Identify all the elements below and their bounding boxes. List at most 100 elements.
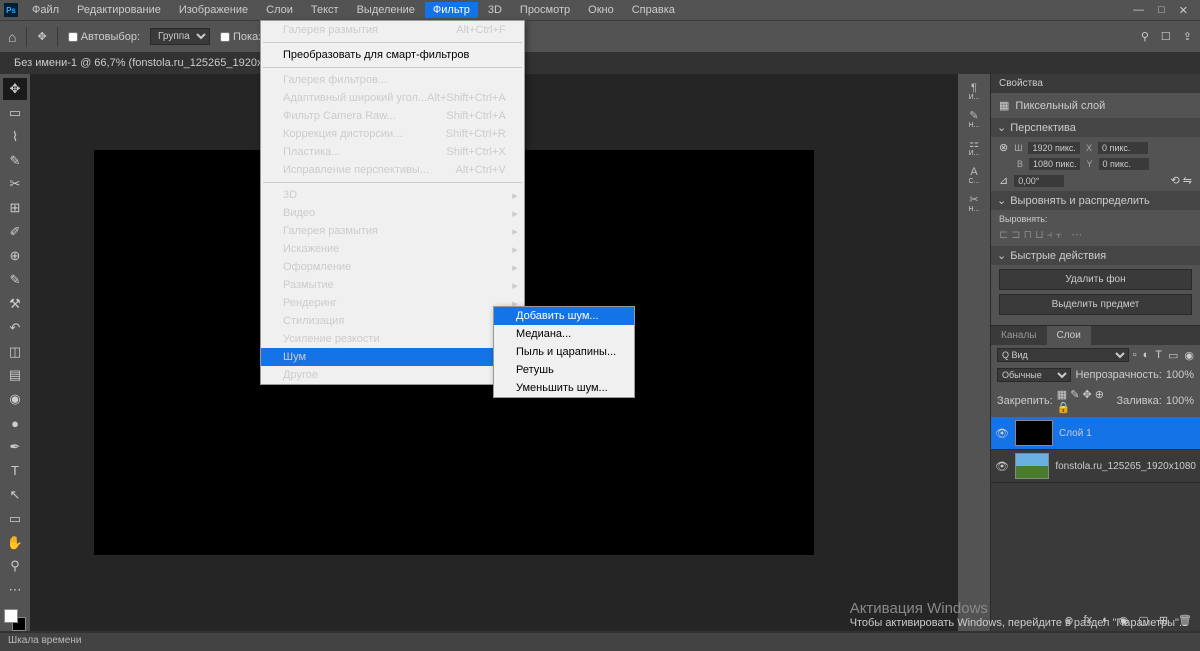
window-controls: — □ ✕ (1133, 4, 1196, 17)
color-swatches[interactable] (4, 609, 26, 631)
marquee-tool[interactable]: ▭ (3, 102, 27, 124)
autoselect-checkbox[interactable]: Автовыбор: (68, 31, 140, 43)
menu-select[interactable]: Выделение (349, 2, 423, 18)
brush-tool[interactable]: ✎ (3, 269, 27, 291)
lasso-tool[interactable]: ⌇ (3, 126, 27, 148)
filter-render[interactable]: Рендеринг▸ (261, 294, 524, 312)
menubar: Ps Файл Редактирование Изображение Слои … (0, 0, 1200, 20)
heal-tool[interactable]: ⊕ (3, 245, 27, 267)
path-tool[interactable]: ↖ (3, 484, 27, 506)
filter-vanishing[interactable]: Исправление перспективы...Alt+Ctrl+V (261, 161, 524, 179)
blend-mode[interactable]: Обычные (997, 368, 1071, 382)
filter-cameraraw[interactable]: Фильтр Camera Raw...Shift+Ctrl+A (261, 107, 524, 125)
layers-tab[interactable]: Слои (1047, 326, 1091, 345)
filter-video[interactable]: Видео▸ (261, 204, 524, 222)
menu-view[interactable]: Просмотр (512, 2, 578, 18)
channels-tab[interactable]: Каналы (991, 326, 1047, 345)
search-icon[interactable]: ⚲ (1141, 30, 1149, 43)
maximize-icon[interactable]: □ (1158, 4, 1165, 17)
right-panels: Свойства ▦Пиксельный слой ⌄Перспектива ⊗… (990, 74, 1200, 631)
stamp-tool[interactable]: ⚒ (3, 293, 27, 315)
properties-header[interactable]: Свойства (991, 74, 1200, 93)
filter-stylize[interactable]: Стилизация▸ (261, 312, 524, 330)
collapsed-panels: ¶И... ✎Н... ⚏И... AС... ✂Н... (958, 74, 990, 631)
filter-blur[interactable]: Размытие▸ (261, 276, 524, 294)
layers-panel: Каналы Слои Q Вид ▫◐T▭◉ Обычные Непрозра… (991, 326, 1200, 631)
filter-wideangle[interactable]: Адаптивный широкий угол...Alt+Shift+Ctrl… (261, 89, 524, 107)
minimize-icon[interactable]: — (1133, 4, 1144, 17)
filter-noise[interactable]: Шум▸ (261, 348, 524, 366)
panel-btn-3[interactable]: ⚏И... (960, 134, 988, 160)
filter-lens[interactable]: Коррекция дисторсии...Shift+Ctrl+R (261, 125, 524, 143)
noise-reduce[interactable]: Уменьшить шум... (494, 379, 634, 397)
select-subject-button[interactable]: Выделить предмет (999, 294, 1192, 315)
menu-3d[interactable]: 3D (480, 2, 510, 18)
hand-tool[interactable]: ✋ (3, 532, 27, 554)
history-brush[interactable]: ↶ (3, 317, 27, 339)
menu-filter[interactable]: Фильтр (425, 2, 478, 18)
more-tools[interactable]: ⋯ (3, 579, 27, 601)
tool-palette: ✥ ▭ ⌇ ✎ ✂ ⊞ ✐ ⊕ ✎ ⚒ ↶ ◫ ▤ ◉ ● ✒ T ↖ ▭ ✋ … (0, 74, 30, 631)
menu-layers[interactable]: Слои (258, 2, 301, 18)
layer-1[interactable]: 👁 Слой 1 (991, 417, 1200, 450)
filter-distort[interactable]: Искажение▸ (261, 240, 524, 258)
noise-despeckle[interactable]: Ретушь (494, 361, 634, 379)
dodge-tool[interactable]: ● (3, 412, 27, 434)
visibility-icon[interactable]: 👁 (995, 460, 1009, 473)
filter-dropdown: Галерея размытияAlt+Ctrl+F Преобразовать… (260, 20, 525, 385)
panel-btn-1[interactable]: ¶И... (960, 78, 988, 104)
frame-tool[interactable]: ⊞ (3, 197, 27, 219)
blur-tool[interactable]: ◉ (3, 388, 27, 410)
menu-text[interactable]: Текст (303, 2, 347, 18)
remove-bg-button[interactable]: Удалить фон (999, 269, 1192, 290)
panel-btn-4[interactable]: AС... (960, 162, 988, 188)
filter-pixelate[interactable]: Оформление▸ (261, 258, 524, 276)
type-tool[interactable]: T (3, 460, 27, 482)
document-tabs: Без имени-1 @ 66,7% (fonstola.ru_125265_… (0, 52, 1200, 74)
eyedropper-tool[interactable]: ✐ (3, 221, 27, 243)
workspace-icon[interactable]: ☐ (1161, 30, 1171, 43)
noise-dust[interactable]: Пыль и царапины... (494, 343, 634, 361)
menu-file[interactable]: Файл (24, 2, 67, 18)
angle-icon: ⊿ (999, 174, 1008, 187)
link-icon[interactable]: ⊗ (999, 141, 1008, 154)
close-icon[interactable]: ✕ (1179, 4, 1188, 17)
filter-smart[interactable]: Преобразовать для смарт-фильтров (261, 46, 524, 64)
share-icon[interactable]: ⇪ (1183, 30, 1192, 43)
pixel-layer-icon: ▦ (999, 99, 1009, 112)
filter-3d[interactable]: 3D▸ (261, 186, 524, 204)
layer-filter[interactable]: Q Вид (997, 348, 1129, 362)
align-buttons[interactable]: ⊏ ⊐ ⊓ ⊔ ⫞ ⫟ ⋯ (999, 228, 1192, 242)
filter-last[interactable]: Галерея размытияAlt+Ctrl+F (261, 21, 524, 39)
move-tool-icon[interactable]: ✥ (37, 30, 46, 43)
properties-panel: Свойства ▦Пиксельный слой ⌄Перспектива ⊗… (991, 74, 1200, 326)
filter-gallery[interactable]: Галерея фильтров... (261, 71, 524, 89)
eraser-tool[interactable]: ◫ (3, 341, 27, 363)
home-icon[interactable]: ⌂ (8, 29, 16, 45)
filter-liquify[interactable]: Пластика...Shift+Ctrl+X (261, 143, 524, 161)
autoselect-mode[interactable]: Группа (150, 28, 210, 45)
menu-window[interactable]: Окно (580, 2, 622, 18)
menu-help[interactable]: Справка (624, 2, 683, 18)
visibility-icon[interactable]: 👁 (995, 427, 1009, 440)
zoom-tool[interactable]: ⚲ (3, 556, 27, 578)
layer-2[interactable]: 👁 fonstola.ru_125265_1920x1080 (991, 450, 1200, 483)
shape-tool[interactable]: ▭ (3, 508, 27, 530)
noise-add[interactable]: Добавить шум... (494, 307, 634, 325)
panel-btn-2[interactable]: ✎Н... (960, 106, 988, 132)
menu-edit[interactable]: Редактирование (69, 2, 169, 18)
wand-tool[interactable]: ✎ (3, 150, 27, 172)
gradient-tool[interactable]: ▤ (3, 365, 27, 387)
menu-image[interactable]: Изображение (171, 2, 256, 18)
pen-tool[interactable]: ✒ (3, 436, 27, 458)
noise-submenu: Добавить шум... Медиана... Пыль и царапи… (493, 306, 635, 398)
filter-sharpen[interactable]: Усиление резкости▸ (261, 330, 524, 348)
windows-watermark: Активация Windows Чтобы активировать Win… (850, 600, 1182, 629)
timeline-bar[interactable]: Шкала времени (0, 633, 1200, 651)
filter-other[interactable]: Другое▸ (261, 366, 524, 384)
move-tool[interactable]: ✥ (3, 78, 27, 100)
filter-blurgallery[interactable]: Галерея размытия▸ (261, 222, 524, 240)
noise-median[interactable]: Медиана... (494, 325, 634, 343)
panel-btn-5[interactable]: ✂Н... (960, 190, 988, 216)
crop-tool[interactable]: ✂ (3, 174, 27, 196)
